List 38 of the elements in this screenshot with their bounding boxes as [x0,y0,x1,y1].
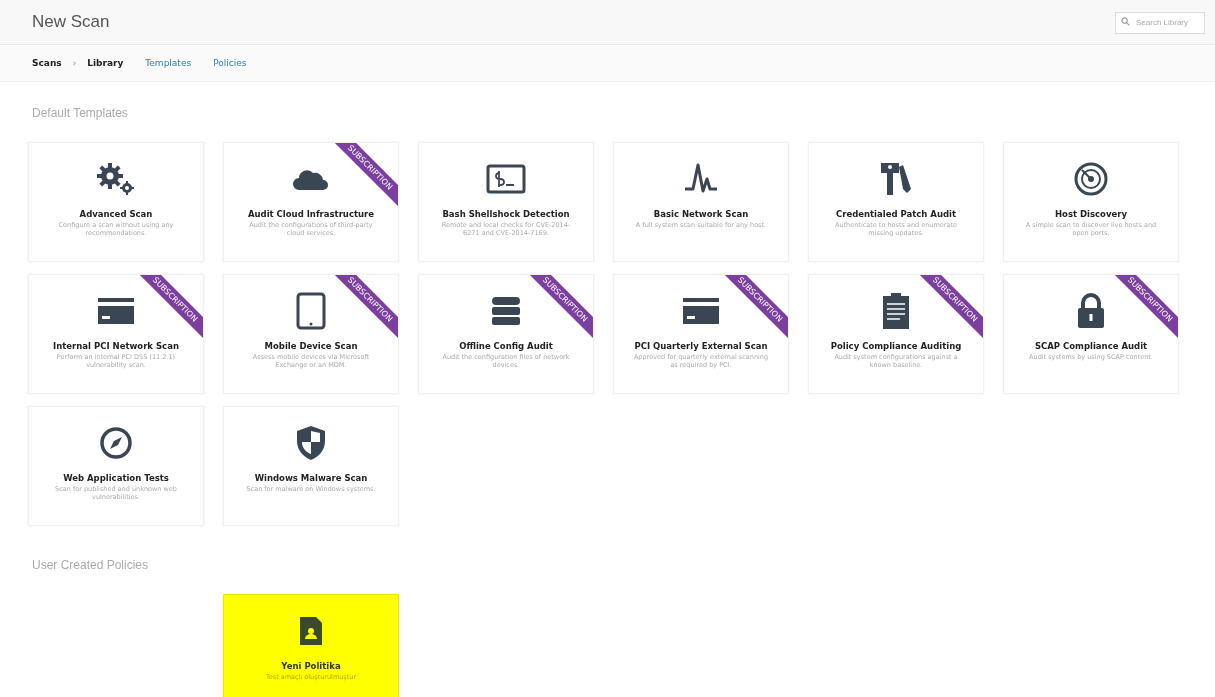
template-name: Policy Compliance Auditing [830,341,962,351]
template-name: Host Discovery [1055,209,1127,219]
search-field[interactable]: Search Library [1115,11,1205,34]
nav-link[interactable]: Templates [145,58,192,68]
tablet-icon [296,292,326,330]
terminal-icon [486,164,526,194]
breadcrumb-link[interactable]: Library [87,58,124,68]
template-name: Windows Malware Scan [254,473,368,483]
target-icon [1074,162,1108,196]
template-name: Internal PCI Network Scan [53,341,179,351]
breadcrumb-link[interactable]: Scans [32,58,62,68]
page-title: New Scan [32,12,110,32]
template-name: Bash Shellshock Detection [442,209,570,219]
lock-icon [1076,293,1106,329]
template-name: SCAP Compliance Audit [1034,341,1148,351]
template-name: PCI Quarterly External Scan [634,341,768,351]
server-stack-icon [490,295,522,327]
shield-icon [295,425,327,461]
section-title: Default Templates [32,106,129,120]
clipboard-icon [882,292,910,330]
breadcrumb-separator: › [72,58,77,68]
template-name: Credentialed Patch Audit [835,209,957,219]
section-title: User Created Policies [32,558,150,572]
template-name: Mobile Device Scan [264,341,358,351]
credit-card-icon [682,297,720,325]
gears-icon [96,162,136,196]
policy-name: Yeni Politika [281,661,341,671]
credit-card-icon [97,297,135,325]
template-name: Offline Config Audit [459,341,553,351]
pulse-icon [684,163,718,195]
template-name: Basic Network Scan [653,209,749,219]
user-document-icon [299,616,323,646]
template-name: Web Application Tests [63,473,169,483]
nav-link[interactable]: Policies [213,58,247,68]
template-name: Audit Cloud Infrastructure [247,209,375,219]
compass-icon [99,426,133,460]
template-name: Advanced Scan [79,209,153,219]
cloud-icon [293,168,329,190]
